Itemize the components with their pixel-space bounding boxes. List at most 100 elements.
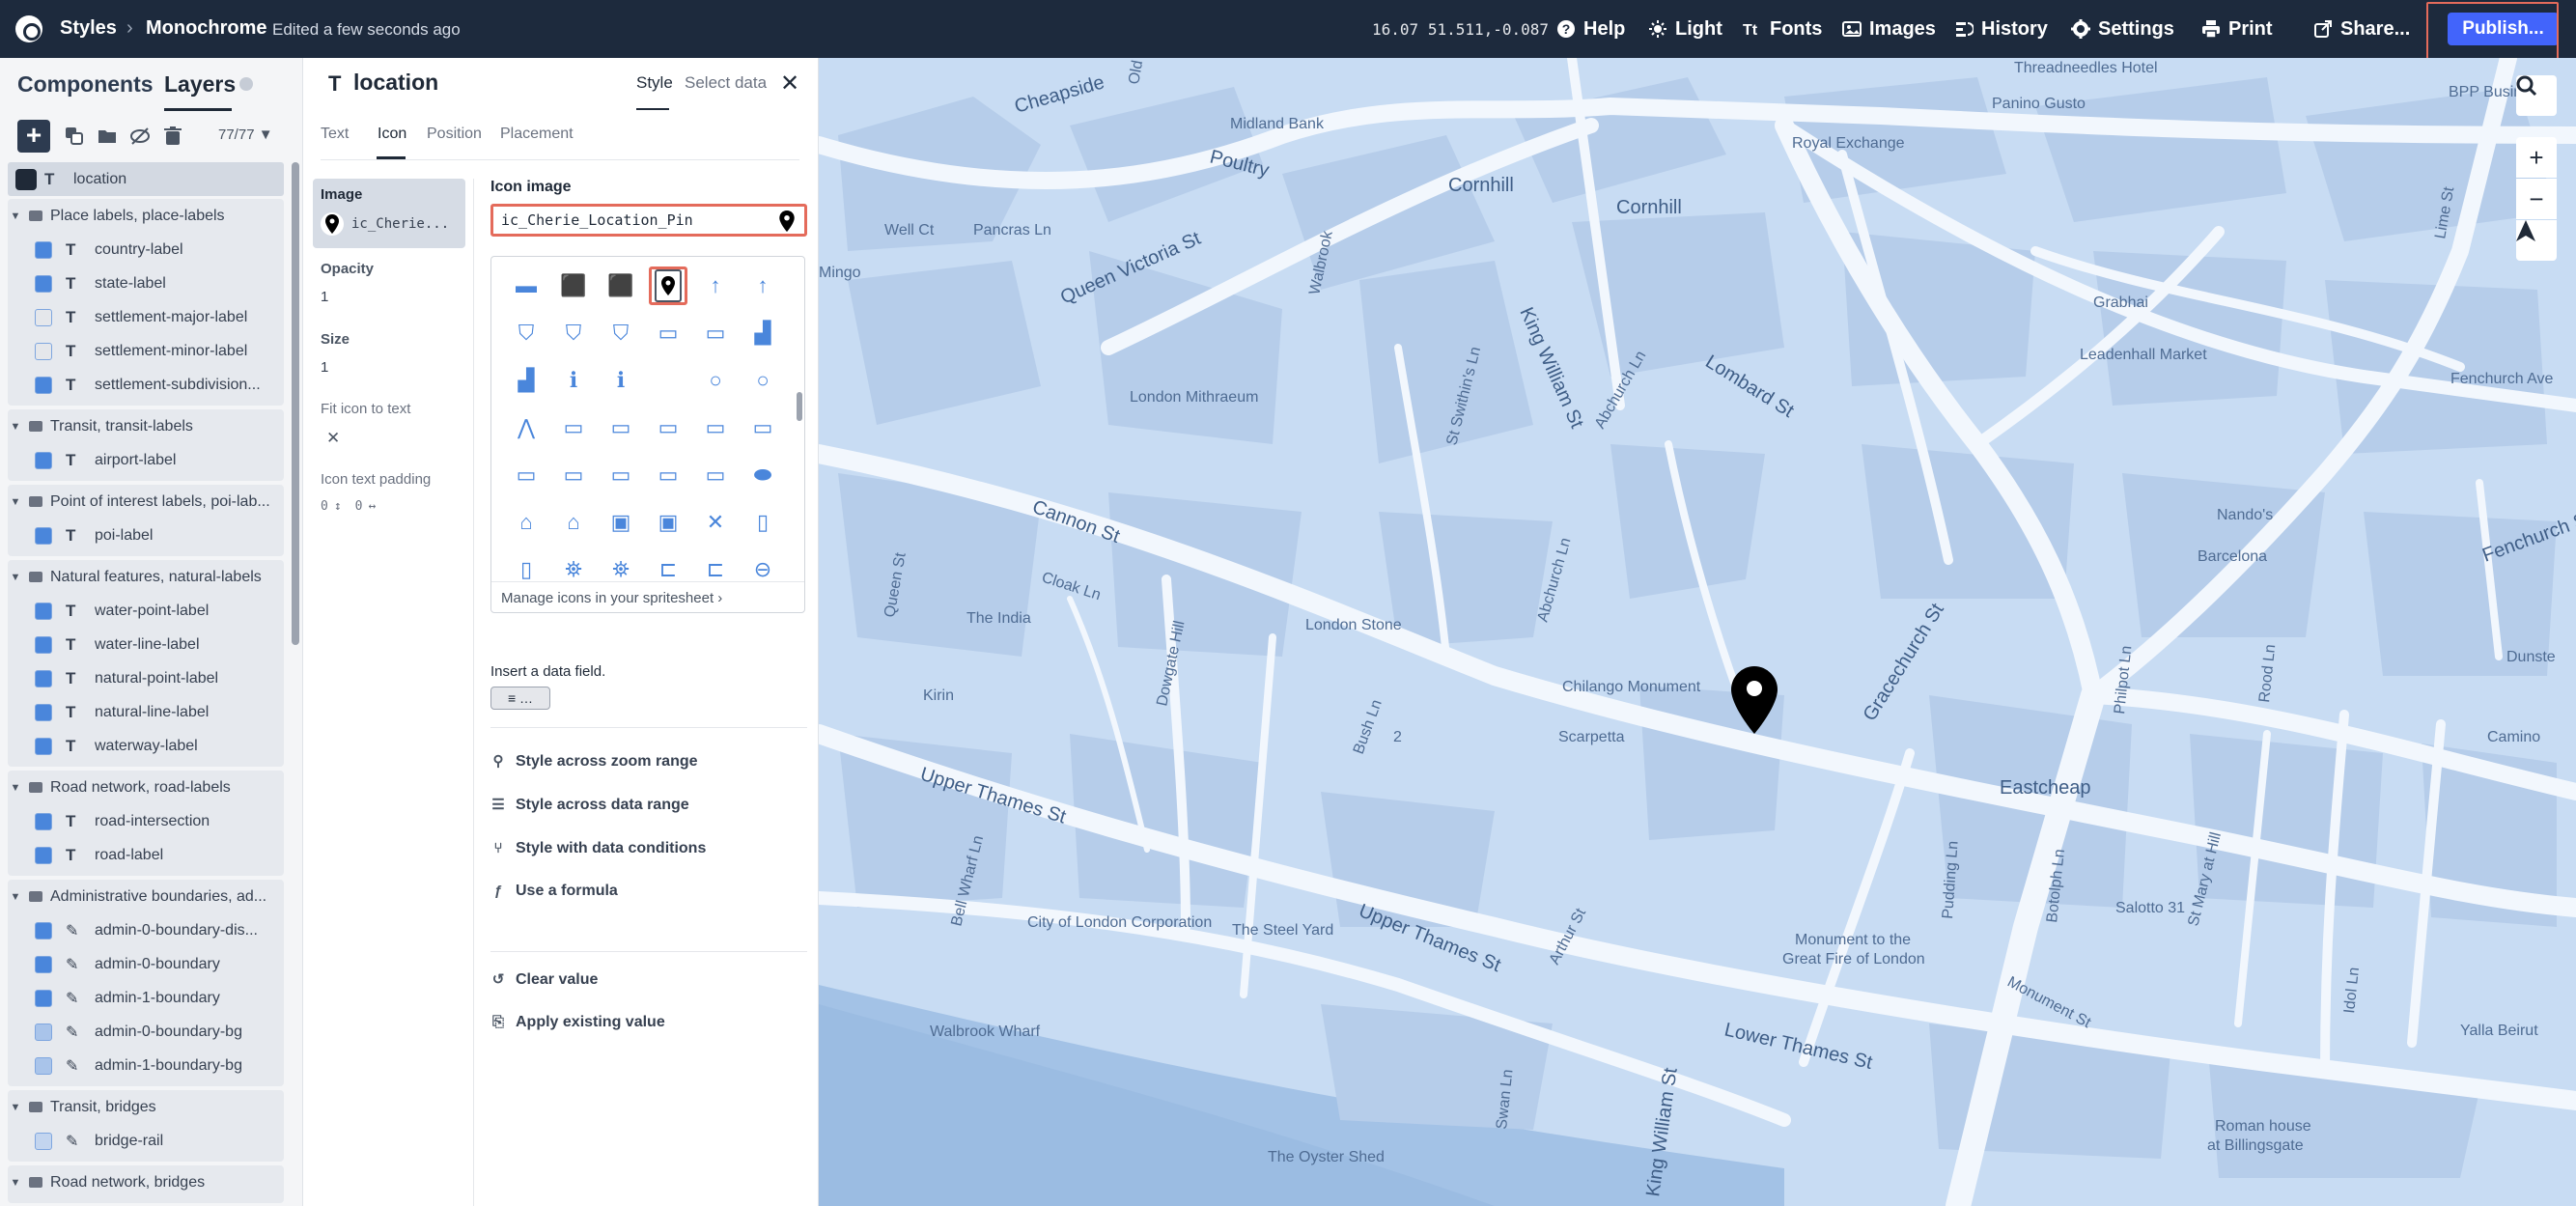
icon-option[interactable]: ▭: [743, 408, 782, 447]
tab-select-data[interactable]: Select data: [685, 73, 767, 93]
zoom-out-button[interactable]: −: [2516, 179, 2557, 219]
icon-image-input[interactable]: ic_Cherie_Location_Pin: [490, 204, 807, 237]
use-formula-button[interactable]: ƒ Use a formula: [490, 883, 618, 900]
icon-option[interactable]: ▭: [649, 456, 687, 494]
compass-button[interactable]: [2516, 220, 2557, 261]
layer-row[interactable]: Tairport-label: [8, 443, 284, 477]
layer-row[interactable]: ✎ admin-0-boundary-dis...: [8, 913, 284, 947]
icon-option[interactable]: ○: [743, 361, 782, 400]
layer-list-scrollbar[interactable]: [292, 162, 299, 645]
tab-layers[interactable]: Layers: [164, 71, 236, 98]
chevron-down-icon[interactable]: ▼: [8, 1177, 23, 1189]
icon-option[interactable]: ▭: [602, 456, 640, 494]
icon-option[interactable]: ▭: [696, 456, 735, 494]
icon-option[interactable]: ○: [696, 361, 735, 400]
icon-option[interactable]: ▭: [507, 456, 546, 494]
icon-option[interactable]: ▭: [696, 314, 735, 352]
chevron-down-icon[interactable]: ▼: [8, 496, 23, 508]
subtab-icon[interactable]: Icon: [378, 126, 406, 143]
share-button[interactable]: Share...: [2313, 16, 2410, 42]
layer-row[interactable]: Troad-label: [8, 838, 284, 872]
icon-option[interactable]: ▯: [743, 503, 782, 542]
duplicate-icon[interactable]: [64, 126, 85, 147]
layer-row[interactable]: Tnatural-line-label: [8, 695, 284, 729]
map-svg[interactable]: Threadneedles Hotel Panino Gusto BPP Bus…: [819, 58, 2576, 1206]
map-canvas[interactable]: Threadneedles Hotel Panino Gusto BPP Bus…: [819, 58, 2576, 1206]
layer-row[interactable]: ✎ admin-1-boundary-bg: [8, 1049, 284, 1082]
layer-row[interactable]: Tpoi-label: [8, 519, 284, 552]
layer-row[interactable]: Troad-intersection: [8, 804, 284, 838]
icon-option[interactable]: ▭: [554, 456, 593, 494]
layer-row-location[interactable]: T location: [8, 162, 284, 196]
chevron-down-icon[interactable]: ▼: [8, 782, 23, 794]
icon-option[interactable]: ℹ: [602, 361, 640, 400]
layer-group-header[interactable]: ▼ Natural features, natural-labels: [8, 560, 284, 594]
app-logo-icon[interactable]: [15, 15, 42, 42]
property-fit-icon[interactable]: Fit icon to text ✕: [321, 401, 475, 448]
layer-row[interactable]: Tcountry-label: [8, 233, 284, 266]
layer-title[interactable]: location: [353, 70, 438, 96]
icon-option[interactable]: ▣: [649, 503, 687, 542]
property-image[interactable]: Image ic_Cherie...: [313, 179, 465, 248]
clear-value-button[interactable]: ↺ Clear value: [490, 971, 599, 989]
fonts-button[interactable]: Tt Fonts: [1743, 16, 1822, 42]
manage-icons-link[interactable]: Manage icons in your spritesheet ›: [491, 581, 804, 612]
tab-style[interactable]: Style: [636, 73, 673, 93]
layer-group-header[interactable]: ▼ Transit, bridges: [8, 1090, 284, 1124]
subtab-placement[interactable]: Placement: [500, 126, 574, 143]
layer-row[interactable]: ✎ admin-0-boundary: [8, 947, 284, 981]
layer-group-header[interactable]: ▼ Road network, road-labels: [8, 771, 284, 804]
icon-option[interactable]: ℹ: [554, 361, 593, 400]
chevron-down-icon[interactable]: ▼: [8, 421, 23, 433]
layer-row[interactable]: Tnatural-point-label: [8, 661, 284, 695]
icon-option-location-pin[interactable]: [649, 266, 687, 305]
layer-row[interactable]: ✎ admin-1-boundary: [8, 981, 284, 1015]
icon-grid-scrollbar[interactable]: [797, 392, 802, 421]
layer-row[interactable]: ✎ bridge-rail: [8, 1124, 284, 1158]
apply-existing-value-button[interactable]: ⎘ Apply existing value: [490, 1014, 665, 1031]
layer-row[interactable]: Twaterway-label: [8, 729, 284, 763]
icon-option[interactable]: ▣: [602, 503, 640, 542]
settings-button[interactable]: Settings: [2071, 16, 2174, 42]
layer-row[interactable]: Tsettlement-major-label: [8, 300, 284, 334]
layer-row[interactable]: Tstate-label: [8, 266, 284, 300]
icon-option[interactable]: ▬: [507, 266, 546, 305]
tab-components[interactable]: Components: [17, 71, 154, 97]
icon-option[interactable]: ▭: [602, 408, 640, 447]
icon-option[interactable]: ▭: [554, 408, 593, 447]
icon-option[interactable]: ▭: [649, 314, 687, 352]
icon-option[interactable]: ✕: [696, 503, 735, 542]
style-name[interactable]: Monochrome: [146, 17, 267, 40]
map-search-button[interactable]: [2516, 75, 2557, 116]
layer-group-header[interactable]: ▼ Transit, transit-labels: [8, 409, 284, 443]
property-size[interactable]: Size 1: [321, 331, 475, 376]
icon-option[interactable]: ⛉: [602, 314, 640, 352]
property-opacity[interactable]: Opacity 1: [321, 261, 475, 305]
icon-option[interactable]: ⛉: [507, 314, 546, 352]
style-data-conditions-button[interactable]: ⑂ Style with data conditions: [490, 840, 706, 857]
icon-option[interactable]: ↑: [696, 266, 735, 305]
print-button[interactable]: Print: [2201, 16, 2273, 42]
images-button[interactable]: Images: [1842, 16, 1936, 42]
icon-option[interactable]: ⋀: [507, 408, 546, 447]
layer-row[interactable]: Twater-point-label: [8, 594, 284, 628]
hide-icon[interactable]: [129, 126, 151, 147]
breadcrumb-styles[interactable]: Styles: [60, 17, 117, 40]
icon-option[interactable]: ⛉: [554, 314, 593, 352]
layer-group-header[interactable]: ▼ Administrative boundaries, ad...: [8, 880, 284, 913]
add-layer-button[interactable]: +: [17, 120, 50, 153]
icon-option[interactable]: [649, 361, 687, 400]
icon-option[interactable]: ⌂: [554, 503, 593, 542]
layer-row[interactable]: ✎ admin-0-boundary-bg: [8, 1015, 284, 1049]
zoom-in-button[interactable]: +: [2516, 137, 2557, 178]
icon-option[interactable]: ⬬: [743, 456, 782, 494]
layer-group-header[interactable]: ▼ Point of interest labels, poi-lab...: [8, 485, 284, 519]
icon-option[interactable]: ⬛: [602, 266, 640, 305]
chevron-down-icon[interactable]: ▼: [8, 891, 23, 903]
subtab-position[interactable]: Position: [427, 126, 482, 143]
trash-icon[interactable]: [162, 126, 183, 147]
filter-icon[interactable]: ▼: [259, 126, 273, 143]
icon-option[interactable]: ▟: [507, 361, 546, 400]
folder-icon[interactable]: [97, 126, 118, 147]
icon-option[interactable]: ▟: [743, 314, 782, 352]
